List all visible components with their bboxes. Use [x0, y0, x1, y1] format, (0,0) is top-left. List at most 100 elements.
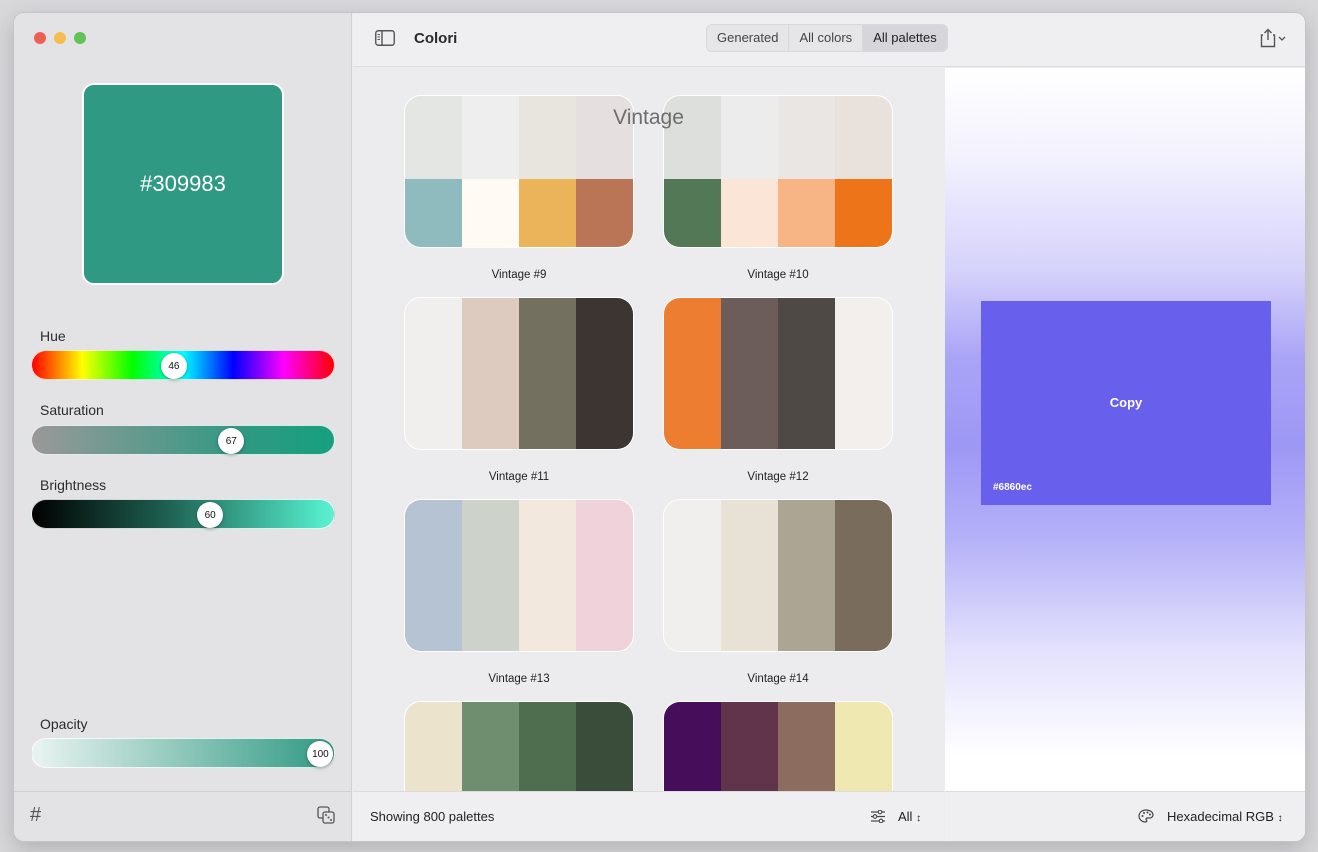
palette-color-swatch[interactable]: [405, 500, 462, 651]
palette-swatch-fill: [835, 298, 892, 449]
sidebar-toggle-icon[interactable]: [375, 30, 395, 46]
chevron-updown-icon: ↕: [1277, 813, 1283, 824]
brightness-slider[interactable]: 60: [31, 499, 335, 529]
tab-all-palettes[interactable]: All palettes: [863, 25, 947, 51]
palette-color-swatch[interactable]: [576, 500, 633, 651]
palette-count: Showing 800 palettes: [370, 809, 495, 824]
preview-hex: #6860ec: [993, 482, 1032, 493]
color-sidebar: #309983 Hue 46 Saturation 67 Brightness …: [14, 13, 352, 841]
view-switcher: Generated All colors All palettes: [706, 24, 948, 52]
palette-color-swatch[interactable]: [664, 702, 721, 793]
palette-color-swatch[interactable]: [835, 500, 892, 651]
copy-color-button[interactable]: Copy #6860ec: [981, 301, 1271, 505]
palette-card[interactable]: [404, 499, 634, 652]
palette-card[interactable]: [663, 499, 893, 652]
preview-footer: Hexadecimal RGB ↕: [945, 791, 1305, 841]
palette-color-swatch[interactable]: [576, 298, 633, 449]
palette-color-swatch[interactable]: [721, 702, 778, 793]
palette-color-swatch[interactable]: [405, 702, 462, 793]
app-window: #309983 Hue 46 Saturation 67 Brightness …: [13, 12, 1306, 842]
palette-color-swatch[interactable]: [778, 298, 835, 449]
palettes-footer: Showing 800 palettes All ↕: [353, 791, 944, 841]
palette-swatch-fill: [778, 298, 835, 449]
palette-swatch-fill: [462, 179, 519, 247]
sidebar-footer: #: [14, 791, 351, 841]
palette-color-swatch[interactable]: [664, 500, 721, 651]
dice-icon[interactable]: [317, 806, 335, 824]
close-window-button[interactable]: [34, 32, 46, 44]
palette-color-swatch[interactable]: [778, 500, 835, 651]
palette-swatch-fill: [664, 500, 721, 651]
minimize-window-button[interactable]: [54, 32, 66, 44]
palette-name: Vintage #11: [488, 471, 550, 483]
palette-color-swatch[interactable]: [519, 500, 576, 651]
saturation-slider[interactable]: 67: [31, 425, 335, 455]
palette-swatch-fill: [462, 500, 519, 651]
zoom-window-button[interactable]: [74, 32, 86, 44]
toolbar: Colori Generated All colors All palettes: [353, 13, 1305, 67]
palette-swatch-fill: [835, 179, 892, 247]
palette-swatch-fill: [405, 179, 462, 247]
palette-swatch-fill: [519, 179, 576, 247]
filter-sliders-icon[interactable]: [871, 810, 885, 823]
opacity-slider[interactable]: 100: [31, 738, 335, 768]
palette-name: Vintage #12: [747, 471, 809, 483]
brightness-slider-knob[interactable]: 60: [197, 502, 224, 528]
saturation-slider-knob[interactable]: 67: [218, 428, 245, 454]
palette-color-swatch[interactable]: [835, 298, 892, 449]
palette-swatch-fill: [778, 179, 835, 247]
section-title: Vintage: [613, 106, 684, 129]
palette-color-swatch[interactable]: [778, 702, 835, 793]
palette-swatch-fill: [519, 702, 576, 793]
palette-color-swatch[interactable]: [519, 702, 576, 793]
palette-swatch-fill: [721, 298, 778, 449]
palette-color-swatch[interactable]: [462, 702, 519, 793]
palette-name: Vintage #10: [747, 269, 809, 281]
app-title: Colori: [414, 30, 458, 47]
palette-color-swatch[interactable]: [462, 500, 519, 651]
palette-card[interactable]: [663, 297, 893, 450]
palette-card[interactable]: [663, 701, 893, 793]
palette-swatch-fill: [462, 298, 519, 449]
palette-icon: [1138, 809, 1154, 823]
filter-select[interactable]: All ↕: [898, 809, 921, 824]
palette-swatch-fill: [778, 500, 835, 651]
palette-swatch-fill: [664, 702, 721, 793]
tab-generated[interactable]: Generated: [707, 25, 790, 51]
palette-color-swatch[interactable]: [721, 500, 778, 651]
palette-card[interactable]: [404, 297, 634, 450]
palette-swatch-fill: [405, 500, 462, 651]
current-color-swatch[interactable]: #309983: [82, 83, 284, 285]
palette-name: Vintage #9: [491, 269, 547, 281]
share-icon[interactable]: [1259, 28, 1287, 48]
palette-swatch-fill: [721, 500, 778, 651]
hue-slider-knob[interactable]: 46: [160, 353, 187, 379]
palette-color-swatch[interactable]: [576, 702, 633, 793]
palette-color-swatch[interactable]: [462, 298, 519, 449]
palette-color-swatch[interactable]: [835, 702, 892, 793]
window-controls: [34, 32, 86, 44]
tab-all-colors[interactable]: All colors: [789, 25, 864, 51]
palette-swatch-fill: [835, 500, 892, 651]
preview-pane: Copy #6860ec: [945, 68, 1305, 793]
palette-swatch-fill: [462, 702, 519, 793]
palette-name: Vintage #14: [747, 673, 809, 685]
opacity-slider-knob[interactable]: 100: [307, 741, 334, 767]
palette-swatch-fill: [664, 179, 721, 247]
copy-label: Copy: [1109, 395, 1143, 410]
hash-icon[interactable]: #: [30, 804, 41, 827]
color-format-value: Hexadecimal RGB: [1167, 809, 1274, 824]
palette-swatch-fill: [721, 179, 778, 247]
palette-swatch-fill: [835, 702, 892, 793]
palette-card[interactable]: [404, 701, 634, 793]
palette-name: Vintage #13: [488, 673, 550, 685]
palette-color-swatch[interactable]: [519, 298, 576, 449]
hue-label: Hue: [40, 328, 66, 344]
hue-slider[interactable]: 46: [31, 350, 335, 380]
color-format-select[interactable]: Hexadecimal RGB ↕: [1167, 809, 1283, 824]
brightness-label: Brightness: [40, 477, 107, 493]
palette-color-swatch[interactable]: [721, 298, 778, 449]
palette-color-swatch[interactable]: [405, 298, 462, 449]
palette-color-swatch[interactable]: [664, 298, 721, 449]
palette-swatch-fill: [405, 298, 462, 449]
